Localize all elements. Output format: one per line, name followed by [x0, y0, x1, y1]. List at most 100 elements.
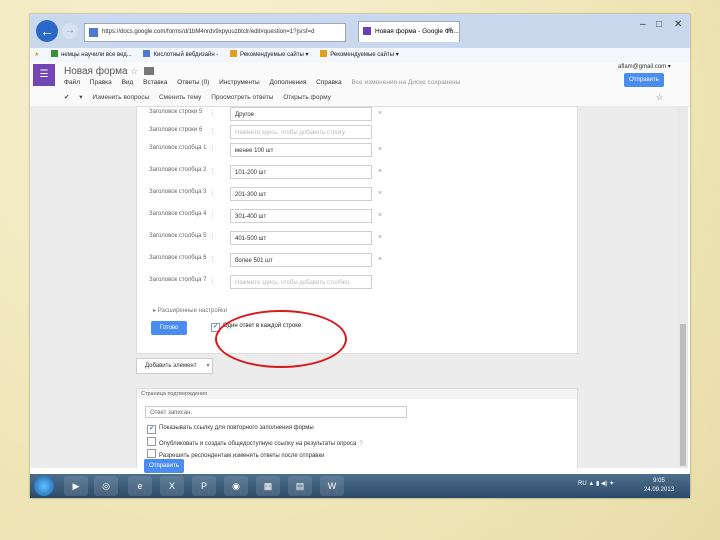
open-form-button[interactable]: Открыть форму: [283, 94, 331, 101]
browser-screenshot: ← → https://docs.google.com/forms/d/1bM4…: [30, 14, 690, 498]
back-arrow-icon[interactable]: ←: [36, 20, 58, 42]
send-form-button[interactable]: Отправить: [624, 73, 664, 87]
menu-tools[interactable]: Инструменты: [219, 79, 260, 86]
chevron-down-icon[interactable]: ▾: [79, 94, 82, 101]
drag-handle-icon[interactable]: ⋮: [209, 255, 216, 263]
remove-row-icon[interactable]: ×: [378, 110, 382, 117]
menu-help[interactable]: Справка: [316, 79, 342, 86]
row-label: Заголовок столбца 5: [149, 233, 207, 239]
folder-icon[interactable]: [144, 67, 154, 75]
favorite-icon: [143, 50, 151, 57]
add-item-button[interactable]: Добавить элемент ▾: [136, 358, 214, 374]
menu-view[interactable]: Вид: [122, 79, 134, 86]
menu-responses[interactable]: Ответы (0): [177, 79, 209, 86]
firefox-icon[interactable]: ◉: [224, 476, 248, 496]
forms-toolbar: ✔ ▾ Изменить вопросы Сменить тему Просмо…: [64, 93, 339, 101]
powerpoint-icon[interactable]: P: [192, 476, 216, 496]
form-title[interactable]: Новая форма: [64, 66, 128, 77]
app-green-icon[interactable]: ◎: [94, 476, 118, 496]
lock-favicon-icon: [89, 28, 98, 37]
remove-row-icon[interactable]: ×: [378, 212, 382, 219]
account-email[interactable]: aflam@gmail.com ▾: [618, 63, 671, 70]
menu-insert[interactable]: Вставка: [143, 79, 167, 86]
minimize-icon[interactable]: –: [640, 19, 646, 30]
drag-handle-icon[interactable]: ⋮: [209, 109, 216, 117]
remove-row-icon[interactable]: ×: [378, 256, 382, 263]
checkbox-icon[interactable]: [147, 449, 156, 458]
menu-file[interactable]: Файл: [64, 79, 80, 86]
drag-handle-icon[interactable]: ⋮: [209, 167, 216, 175]
checkmark-icon[interactable]: ✔: [64, 94, 69, 101]
drag-handle-icon[interactable]: ⋮: [209, 145, 216, 153]
confirmation-header: Страница подтверждения: [137, 389, 577, 399]
help-icon[interactable]: ?: [359, 441, 362, 447]
form-editor-area: Заголовок строки 5 ⋮ Другое × Заголовок стро…: [30, 106, 686, 468]
start-button-icon[interactable]: [34, 476, 54, 496]
favorite-item[interactable]: Рекомендуемые сайты ▾: [320, 48, 399, 62]
menu-addons[interactable]: Дополнения: [270, 79, 307, 86]
address-bar[interactable]: https://docs.google.com/forms/d/1bM4nrdv…: [84, 23, 346, 42]
remove-row-icon[interactable]: ×: [378, 168, 382, 175]
row-input[interactable]: 301-400 шт: [230, 209, 372, 223]
app-grid-icon[interactable]: ▦: [256, 476, 280, 496]
highlight-ellipse: [215, 310, 347, 368]
row-input[interactable]: более 501 шт: [230, 253, 372, 267]
favorites-star-icon[interactable]: ★: [34, 48, 39, 62]
favorite-item[interactable]: немцы научили все вед...: [51, 48, 132, 62]
drag-handle-icon[interactable]: ⋮: [209, 211, 216, 219]
confirmation-option[interactable]: Разрешить респондентам изменять ответы п…: [147, 449, 324, 459]
row-label: Заголовок столбца 7: [149, 277, 207, 283]
row-input[interactable]: 401-500 шт: [230, 231, 372, 245]
add-item-label: Добавить элемент: [145, 363, 197, 369]
checkbox-checked-icon[interactable]: ✔: [147, 425, 156, 434]
system-tray[interactable]: RU ▲ ▮ ◀) ✦: [578, 480, 614, 487]
drag-handle-icon[interactable]: ⋮: [209, 127, 216, 135]
media-player-icon[interactable]: ▶: [64, 476, 88, 496]
checkbox-icon[interactable]: [147, 437, 156, 446]
view-responses-button[interactable]: Просмотреть ответы: [211, 94, 273, 101]
remove-row-icon[interactable]: ×: [378, 234, 382, 241]
clock[interactable]: 9:05 24.09.2013: [644, 477, 674, 495]
drag-handle-icon[interactable]: ⋮: [209, 233, 216, 241]
menu-edit[interactable]: Правка: [90, 79, 112, 86]
submit-button[interactable]: Отправить: [144, 459, 184, 473]
advanced-settings-link[interactable]: ▸ Расширенные настройки: [153, 307, 227, 314]
confirmation-option[interactable]: Опубликовать и создать общедоступную ссы…: [147, 437, 363, 447]
change-theme-button[interactable]: Сменить тему: [159, 94, 201, 101]
edit-questions-button[interactable]: Изменить вопросы: [92, 94, 149, 101]
confirmation-option[interactable]: ✔ Показывать ссылку для повторного заполн…: [147, 425, 314, 434]
browser-tab[interactable]: Новая форма - Google Фо...: [358, 21, 460, 42]
excel-icon[interactable]: X: [160, 476, 184, 496]
app-table-icon[interactable]: ▤: [288, 476, 312, 496]
row-input[interactable]: Другое: [230, 107, 372, 121]
row-input[interactable]: Нажмите здесь, чтобы добавить столбец: [230, 275, 372, 289]
done-button[interactable]: Готово: [151, 321, 187, 335]
remove-row-icon[interactable]: ×: [378, 146, 382, 153]
option-label: Разрешить респондентам изменять ответы п…: [159, 453, 325, 459]
option-label: Показывать ссылку для повторного заполне…: [159, 425, 314, 431]
drag-handle-icon[interactable]: ⋮: [209, 277, 216, 285]
row-input[interactable]: 101-200 шт: [230, 165, 372, 179]
confirmation-message-input[interactable]: Ответ записан.: [145, 406, 407, 418]
close-window-icon[interactable]: ✕: [674, 19, 682, 30]
remove-row-icon[interactable]: ×: [378, 190, 382, 197]
row-label: Заголовок строки 6: [149, 127, 203, 133]
tab-close-icon[interactable]: ×: [448, 25, 453, 34]
word-icon[interactable]: W: [320, 476, 344, 496]
toolbar-star-icon[interactable]: ☆: [656, 93, 663, 102]
row-input[interactable]: Нажмите здесь, чтобы добавить строку: [230, 125, 372, 139]
windows-taskbar: ▶ ◎ e X P ◉ ▦ ▤ W RU ▲ ▮ ◀) ✦ 9:05 24.09…: [30, 474, 690, 498]
drag-handle-icon[interactable]: ⋮: [209, 189, 216, 197]
scrollbar-thumb[interactable]: [680, 324, 686, 466]
grid-question-card: Заголовок строки 5 ⋮ Другое × Заголовок стро…: [136, 106, 578, 368]
star-icon[interactable]: ☆: [130, 66, 138, 77]
autosave-status: Все изменения на Диске сохранены: [351, 79, 461, 86]
favorite-item[interactable]: Рекомендуемые сайты ▾: [229, 48, 309, 62]
maximize-icon[interactable]: □: [656, 19, 662, 30]
row-input[interactable]: 201-300 шт: [230, 187, 372, 201]
forms-logo-icon[interactable]: ☰: [33, 64, 55, 86]
forward-arrow-icon[interactable]: →: [62, 23, 78, 39]
internet-explorer-icon[interactable]: e: [128, 476, 152, 496]
favorite-item[interactable]: Кислотный вебдизайн -: [143, 48, 218, 62]
row-input[interactable]: менее 100 шт: [230, 143, 372, 157]
